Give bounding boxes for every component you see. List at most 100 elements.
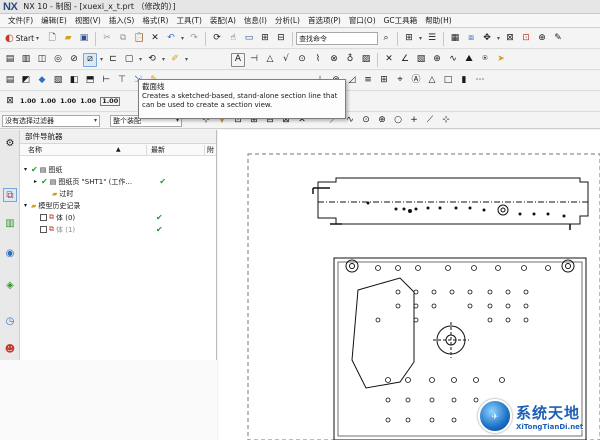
sheet-icon[interactable]: ▤ <box>3 53 17 67</box>
column-latest[interactable]: 最新 <box>146 144 204 155</box>
selection-filter-select[interactable]: 没有选择过滤器 ▾ <box>2 114 100 127</box>
feature-control-frame-icon[interactable]: ⊣ <box>247 53 261 67</box>
label-icon[interactable]: ⊤ <box>115 74 129 88</box>
measure-icon[interactable]: ⊢ <box>99 74 113 88</box>
menu-view[interactable]: 视图(V) <box>71 15 105 26</box>
tree-row-out-of-date[interactable]: ▰ 过时 <box>20 188 73 199</box>
centerline-icon[interactable]: ⊙ <box>295 53 309 67</box>
angle-icon[interactable]: ∠ <box>398 53 412 67</box>
cut-icon[interactable]: ✂ <box>100 32 114 46</box>
section-line-icon[interactable]: ⧄ <box>83 52 97 67</box>
menu-format[interactable]: 格式(R) <box>138 15 172 26</box>
surface-finish-icon[interactable]: √ <box>279 53 293 67</box>
palette-icon[interactable]: ◈ <box>3 278 17 292</box>
dimension-label[interactable]: 1.00 <box>100 97 121 106</box>
tree-row-body-0[interactable]: ⧉ 体 (0) ✔ <box>20 212 217 223</box>
sketch-icon[interactable]: ✐ <box>168 53 182 67</box>
start-button[interactable]: ◐ Start ▾ <box>2 33 44 44</box>
snap-cross-icon[interactable]: + <box>407 114 421 128</box>
component-icon[interactable]: ⬒ <box>83 74 97 88</box>
menu-preferences[interactable]: 首选项(P) <box>304 15 345 26</box>
tree-row-drawing[interactable]: ▾ ✔ ▤ 图纸 <box>20 164 62 175</box>
mark-icon[interactable]: ⍟ <box>478 53 492 67</box>
triangle-icon[interactable]: △ <box>425 74 439 88</box>
settings-icon[interactable]: ⚙ <box>3 136 17 150</box>
snap-point-icon[interactable]: ○ <box>391 114 405 128</box>
chevron-down-icon[interactable]: ▾ <box>417 35 424 42</box>
menu-file[interactable]: 文件(F) <box>4 15 37 26</box>
drawing-view-icon[interactable]: ▧ <box>51 74 65 88</box>
fit-icon[interactable]: ⊞ <box>377 74 391 88</box>
menu-assembly[interactable]: 装配(A) <box>206 15 240 26</box>
dimension-label[interactable]: 1.00 <box>20 98 36 105</box>
paste-icon[interactable]: 📋 <box>132 32 146 46</box>
touch-mode-icon[interactable]: ☝ <box>226 32 240 46</box>
explode-icon[interactable]: ⊕ <box>535 32 549 46</box>
command-search-input[interactable]: 查找命令 <box>296 32 379 45</box>
chevron-down-icon[interactable]: ▾ <box>495 35 502 42</box>
snap-slash-icon[interactable]: ⟋ <box>423 114 437 128</box>
arrow-icon[interactable]: ➤ <box>494 53 508 67</box>
chevron-down-icon[interactable]: ▾ <box>179 35 186 42</box>
crosshatch-icon[interactable]: ▧ <box>414 53 428 67</box>
menu-info[interactable]: 信息(I) <box>240 15 271 26</box>
tree-row-body-1[interactable]: ⧉ 体 (1) ✔ <box>20 224 217 235</box>
square-icon[interactable]: □ <box>441 74 455 88</box>
display-part-icon[interactable]: ▦ <box>448 32 462 46</box>
chevron-down-icon[interactable]: ▾ <box>183 56 190 63</box>
chevron-down-icon[interactable]: ▾ <box>160 56 167 63</box>
new-file-icon[interactable]: 🗋 <box>45 32 59 46</box>
web-browser-icon[interactable]: ◉ <box>3 246 17 260</box>
chevron-down-icon[interactable]: ▾ <box>98 56 105 63</box>
chamfer-icon[interactable]: ◿ <box>345 74 359 88</box>
visibility-checkbox[interactable] <box>40 226 47 233</box>
hatch-icon[interactable]: ▨ <box>359 53 373 67</box>
mate-icon[interactable]: ⊡ <box>519 32 533 46</box>
part-list-icon[interactable]: ☰ <box>425 32 439 46</box>
chevron-down-icon[interactable]: ▾ <box>137 56 144 63</box>
constraint-icon[interactable]: ⊠ <box>503 32 517 46</box>
snap-grid-icon[interactable]: ⊠ <box>3 95 17 109</box>
assembly-icon[interactable]: ⧈ <box>464 32 478 46</box>
circle-target-icon[interactable]: ⊕ <box>430 53 444 67</box>
section-view-icon[interactable]: ⊘ <box>67 53 81 67</box>
cube-icon[interactable]: ◆ <box>35 74 49 88</box>
reuse-library-icon[interactable]: ▥ <box>3 216 17 230</box>
snap-quadrant-icon[interactable]: ⊕ <box>375 114 389 128</box>
search-icon[interactable]: ⌕ <box>379 32 393 46</box>
symbol-icon[interactable]: ♁ <box>343 53 357 67</box>
delete-icon[interactable]: ✕ <box>148 32 162 46</box>
model-view-icon[interactable]: ◩ <box>19 74 33 88</box>
grid-icon[interactable]: ⊟ <box>274 32 288 46</box>
column-name[interactable]: 名称 <box>20 145 116 155</box>
table-icon[interactable]: ⊞ <box>402 32 416 46</box>
view-boundary-icon[interactable]: ▢ <box>122 53 136 67</box>
snap-center-icon[interactable]: ⊙ <box>359 114 373 128</box>
stack-icon[interactable]: ▤ <box>3 74 17 88</box>
dimension-label[interactable]: 1.00 <box>60 98 76 105</box>
menu-help[interactable]: 帮助(H) <box>421 15 456 26</box>
part-navigator-tab-icon[interactable]: ⧉ <box>3 188 17 202</box>
check-icon[interactable]: ✔ <box>31 165 38 174</box>
cross-icon[interactable]: ✕ <box>382 53 396 67</box>
menu-insert[interactable]: 插入(S) <box>105 15 139 26</box>
menu-edit[interactable]: 编辑(E) <box>37 15 71 26</box>
save-icon[interactable]: ▣ <box>77 32 91 46</box>
layer-icon[interactable]: ⊞ <box>258 32 272 46</box>
open-file-icon[interactable]: ▰ <box>61 32 75 46</box>
tree-row-sheet[interactable]: ▸ ✔ ▤ 图纸页 "SHT1" (工作... ✔ <box>20 176 217 187</box>
pmi-icon[interactable]: ◧ <box>67 74 81 88</box>
datum-icon[interactable]: △ <box>263 53 277 67</box>
visibility-checkbox[interactable] <box>40 214 47 221</box>
redo-icon[interactable]: ↷ <box>187 32 201 46</box>
revision-icon[interactable]: ⌖ <box>393 74 407 88</box>
undo-icon[interactable]: ↶ <box>164 32 178 46</box>
snap-existing-icon[interactable]: ⊹ <box>439 114 453 128</box>
collapse-icon[interactable]: ▾ <box>24 166 31 173</box>
curve-icon[interactable]: ∿ <box>446 53 460 67</box>
update-view-icon[interactable]: ⟲ <box>145 53 159 67</box>
projected-view-icon[interactable]: ◫ <box>35 53 49 67</box>
dimension-label[interactable]: 1.00 <box>40 98 56 105</box>
column-extra[interactable]: 附 <box>204 144 214 155</box>
expand-icon[interactable]: ▸ <box>34 178 41 185</box>
